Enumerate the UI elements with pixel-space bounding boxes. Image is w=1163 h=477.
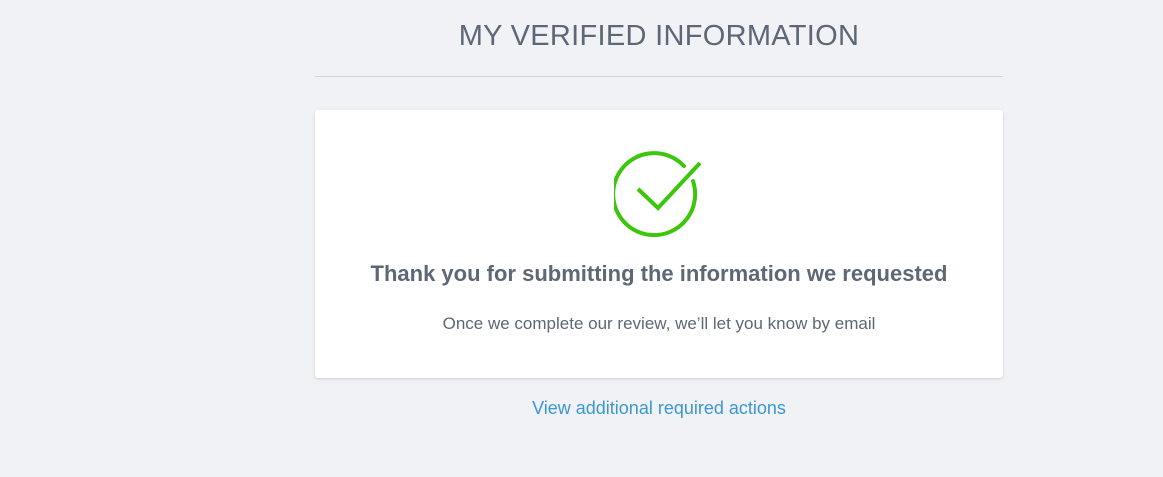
- checkmark-circle-icon: [614, 151, 702, 238]
- confirmation-message: Once we complete our review, we’ll let y…: [442, 314, 876, 333]
- view-additional-actions-link[interactable]: View additional required actions: [315, 395, 1003, 421]
- title-divider: [315, 76, 1003, 77]
- confirmation-card: Thank you for submitting the information…: [315, 110, 1003, 378]
- confirmation-heading: Thank you for submitting the information…: [370, 261, 948, 286]
- page-title: MY VERIFIED INFORMATION: [458, 20, 860, 52]
- main-column: MY VERIFIED INFORMATION Thank you for su…: [315, 0, 1003, 418]
